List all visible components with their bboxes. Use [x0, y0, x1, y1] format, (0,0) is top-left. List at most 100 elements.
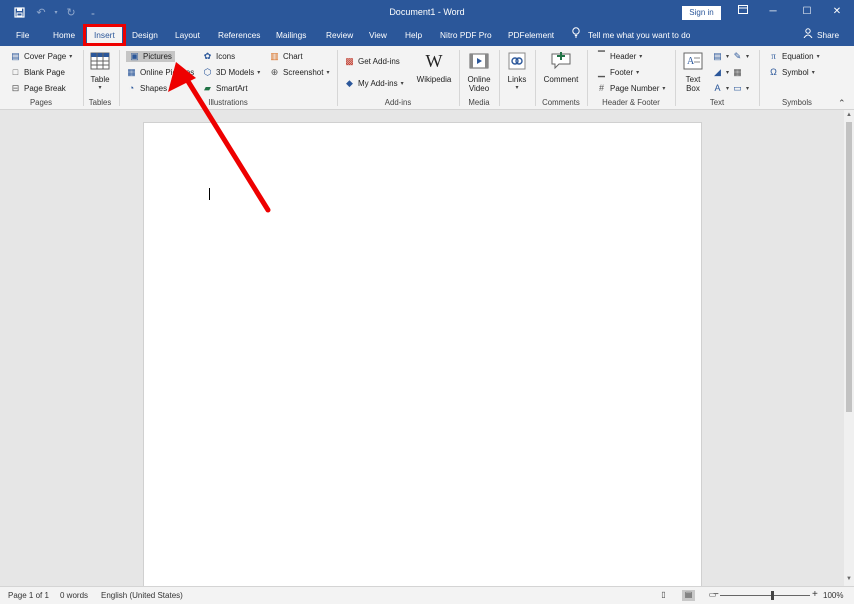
- group-text: A Text Box ▤ ▾ ✎ ▾ ◢ ▾ ▦ A ▾ ▭ ▾ Text: [676, 46, 758, 110]
- vertical-scrollbar[interactable]: ▲ ▼: [844, 110, 854, 586]
- shapes-button[interactable]: ◔ Shapes ▾: [126, 81, 173, 96]
- document-title: Document1 - Word: [389, 7, 465, 17]
- sign-in-button[interactable]: Sign in: [682, 6, 721, 20]
- icons-icon: ✿: [203, 51, 212, 61]
- online-video-button[interactable]: Online Video: [465, 49, 493, 93]
- zoom-in-icon[interactable]: +: [812, 589, 818, 600]
- tab-help[interactable]: Help: [405, 25, 422, 46]
- scroll-up-icon[interactable]: ▲: [845, 112, 853, 120]
- text-box-button[interactable]: A Text Box: [680, 49, 706, 93]
- symbol-button[interactable]: Ω Symbol ▾: [768, 65, 815, 80]
- table-label: Table: [90, 75, 110, 84]
- comment-button[interactable]: Comment: [541, 49, 581, 84]
- online-picture-icon: ▦: [127, 67, 136, 77]
- chevron-down-icon: ▾: [98, 85, 102, 91]
- symbol-label: Symbol: [782, 68, 809, 77]
- zoom-out-icon[interactable]: −: [713, 589, 719, 600]
- pictures-highlight: ▣ Pictures: [126, 51, 175, 62]
- tab-pdfelement[interactable]: PDFelement: [508, 25, 554, 46]
- print-layout-icon[interactable]: ▤: [682, 590, 695, 601]
- scroll-thumb[interactable]: [846, 122, 852, 412]
- close-icon[interactable]: ✕: [826, 4, 848, 20]
- page-count-status[interactable]: Page 1 of 1: [8, 591, 49, 600]
- language-status[interactable]: English (United States): [101, 591, 183, 600]
- chart-button[interactable]: ▥ Chart: [269, 49, 302, 64]
- equation-button[interactable]: π Equation ▾: [768, 49, 819, 64]
- page-break-button[interactable]: ⊟ Page Break: [10, 81, 66, 96]
- object-button[interactable]: ▭ ▾: [732, 81, 749, 96]
- page-break-label: Page Break: [24, 84, 66, 93]
- chevron-down-icon: ▾: [257, 70, 261, 76]
- scroll-down-icon[interactable]: ▼: [845, 576, 853, 584]
- minimize-icon[interactable]: ─: [762, 4, 784, 20]
- 3d-models-button[interactable]: ⬡ 3D Models ▾: [202, 65, 261, 80]
- chevron-down-icon: ▾: [726, 54, 730, 60]
- wikipedia-button[interactable]: W Wikipedia: [414, 49, 454, 85]
- video-icon: [467, 49, 491, 73]
- chevron-down-icon: ▾: [726, 86, 730, 92]
- tab-view[interactable]: View: [369, 25, 387, 46]
- wordart-button[interactable]: ◢ ▾: [712, 65, 729, 80]
- group-label-addins: Add-ins: [384, 98, 412, 107]
- signature-line-icon: ✎: [733, 51, 742, 61]
- tab-review[interactable]: Review: [326, 25, 353, 46]
- group-label-media: Media: [468, 98, 490, 107]
- tab-design[interactable]: Design: [132, 25, 158, 46]
- zoom-slider[interactable]: [720, 595, 810, 596]
- group-label-symbols: Symbols: [782, 98, 812, 107]
- footer-button[interactable]: ▁ Footer ▾: [596, 65, 639, 80]
- group-header-footer: ▔ Header ▾ ▁ Footer ▾ # Page Number ▾ He…: [588, 46, 674, 110]
- pi-icon: π: [771, 51, 776, 61]
- chevron-down-icon: ▾: [639, 54, 643, 60]
- screenshot-label: Screenshot: [283, 68, 324, 77]
- pictures-button[interactable]: ▣ Pictures: [126, 49, 175, 64]
- wordart-icon: ◢: [714, 67, 721, 77]
- text-box-icon: A: [681, 49, 705, 73]
- word-count-status[interactable]: 0 words: [60, 591, 88, 600]
- page-number-button[interactable]: # Page Number ▾: [596, 81, 665, 96]
- tab-nitro-pdf-pro[interactable]: Nitro PDF Pro: [440, 25, 492, 46]
- group-label-comments: Comments: [542, 98, 580, 107]
- tab-layout[interactable]: Layout: [175, 25, 200, 46]
- group-label-tables: Tables: [88, 98, 112, 107]
- links-button[interactable]: Links ▾: [505, 49, 529, 91]
- document-page[interactable]: [143, 122, 702, 592]
- zoom-slider-knob[interactable]: [771, 591, 774, 600]
- screenshot-button[interactable]: ⊕ Screenshot ▾: [269, 65, 330, 80]
- collapse-ribbon-icon[interactable]: ⌃: [838, 98, 846, 109]
- tab-file[interactable]: File: [16, 25, 29, 46]
- tab-home[interactable]: Home: [53, 25, 75, 46]
- header-button[interactable]: ▔ Header ▾: [596, 49, 642, 64]
- cover-page-button[interactable]: ▤ Cover Page ▾: [10, 49, 72, 64]
- my-addins-button[interactable]: ◆ My Add-ins ▾: [344, 76, 404, 91]
- insert-tab-highlight-box: [83, 24, 126, 46]
- group-label-illustrations: Illustrations: [208, 98, 248, 107]
- zoom-level[interactable]: 100%: [823, 591, 843, 600]
- share-label: Share: [817, 30, 840, 40]
- read-mode-icon[interactable]: ▯: [657, 590, 670, 601]
- date-time-button[interactable]: ▦: [732, 65, 743, 80]
- cover-page-label: Cover Page: [24, 52, 67, 61]
- lightbulb-icon: [572, 25, 580, 46]
- quick-parts-button[interactable]: ▤ ▾: [712, 49, 729, 64]
- shapes-label: Shapes: [140, 84, 168, 93]
- blank-page-button[interactable]: □ Blank Page: [10, 65, 65, 80]
- drop-cap-button[interactable]: A ▾: [712, 81, 729, 96]
- quick-parts-icon: ▤: [713, 51, 722, 61]
- share-button[interactable]: Share: [803, 25, 839, 46]
- link-icon: [505, 49, 529, 73]
- online-pictures-button[interactable]: ▦ Online Pictures: [126, 65, 194, 80]
- smartart-button[interactable]: ▰ SmartArt: [202, 81, 248, 96]
- table-icon: [88, 49, 112, 73]
- table-button[interactable]: Table ▾: [88, 49, 112, 91]
- tell-me-search[interactable]: Tell me what you want to do: [572, 25, 690, 46]
- tab-references[interactable]: References: [218, 25, 260, 46]
- maximize-icon[interactable]: ☐: [796, 4, 818, 20]
- ribbon-display-options-icon[interactable]: [732, 4, 754, 20]
- icons-button[interactable]: ✿ Icons: [202, 49, 235, 64]
- equation-label: Equation: [782, 52, 814, 61]
- object-icon: ▭: [733, 83, 742, 93]
- tab-mailings[interactable]: Mailings: [276, 25, 306, 46]
- signature-line-button[interactable]: ✎ ▾: [732, 49, 749, 64]
- get-addins-button[interactable]: ▩ Get Add-ins: [344, 54, 400, 69]
